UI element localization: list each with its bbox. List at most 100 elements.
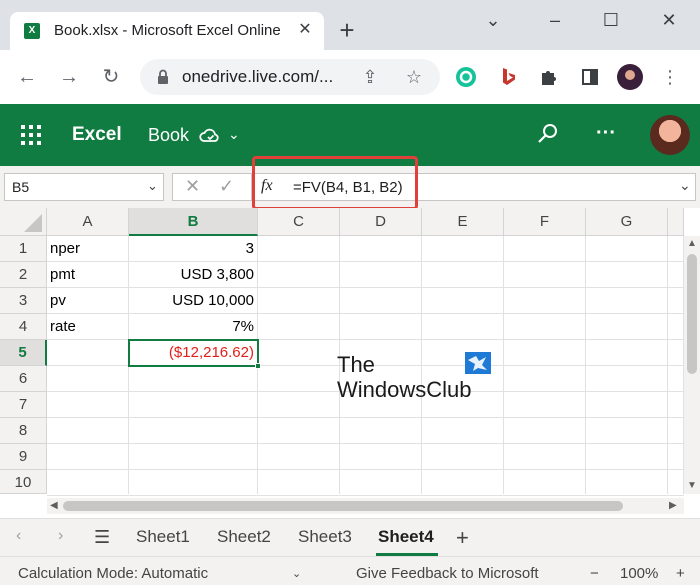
row-header[interactable]: 6 — [0, 366, 47, 392]
column-header[interactable]: G — [586, 208, 668, 236]
gridline-horizontal — [47, 417, 684, 418]
zoom-out-button[interactable]: − — [590, 565, 599, 582]
more-options-icon[interactable]: ··· — [596, 122, 616, 145]
fill-handle[interactable] — [255, 363, 261, 369]
horizontal-scroll-thumb[interactable] — [63, 501, 623, 511]
zoom-level[interactable]: 100% — [620, 565, 658, 582]
row-header[interactable]: 1 — [0, 236, 47, 262]
chevron-right-icon[interactable]: › — [58, 527, 63, 545]
scroll-right-icon[interactable]: ▶ — [669, 500, 677, 511]
scroll-up-icon[interactable]: ▲ — [687, 238, 697, 249]
row-header[interactable]: 8 — [0, 418, 47, 444]
gridline-horizontal — [47, 495, 684, 496]
gridline-horizontal — [47, 469, 684, 470]
watermark-line2: WindowsClub — [337, 377, 472, 402]
column-header[interactable]: F — [504, 208, 586, 236]
user-avatar[interactable] — [650, 115, 690, 155]
browser-toolbar: ← → ↻ onedrive.live.com/... ⇪ ☆ ⋮ — [0, 50, 700, 104]
cell-B1[interactable]: 3 — [129, 236, 258, 262]
tab-search-icon[interactable]: ⌄ — [478, 8, 508, 32]
forward-arrow-icon[interactable]: → — [56, 64, 82, 90]
side-panel-icon[interactable] — [576, 63, 604, 91]
cell-B3[interactable]: USD 10,000 — [129, 288, 258, 314]
chevron-down-icon[interactable]: ⌄ — [679, 177, 691, 194]
check-icon[interactable]: ✓ — [219, 176, 234, 197]
cell-B5[interactable]: ($12,216.62) — [128, 339, 259, 367]
column-header[interactable]: A — [47, 208, 129, 236]
scroll-left-icon[interactable]: ◀ — [50, 500, 58, 511]
row-header[interactable]: 9 — [0, 444, 47, 470]
chevron-down-icon[interactable]: ⌄ — [292, 567, 301, 580]
all-sheets-menu-icon[interactable]: ☰ — [94, 527, 110, 548]
sheet-tab-sheet4[interactable]: Sheet4 — [378, 527, 434, 547]
address-bar[interactable]: onedrive.live.com/... ⇪ ☆ — [140, 59, 440, 95]
document-name[interactable]: Book — [148, 125, 189, 146]
new-tab-button[interactable]: + — [334, 17, 360, 44]
chevron-down-icon[interactable]: ⌄ — [147, 178, 158, 194]
cell-B2[interactable]: USD 3,800 — [129, 262, 258, 288]
name-box-value: B5 — [12, 179, 30, 195]
vertical-scroll-thumb[interactable] — [687, 254, 697, 374]
extensions-puzzle-icon[interactable] — [534, 63, 562, 91]
column-header[interactable]: C — [258, 208, 340, 236]
horizontal-scrollbar[interactable]: ◀ ▶ — [47, 498, 684, 514]
row-header[interactable]: 2 — [0, 262, 47, 288]
close-window-button[interactable]: ✕ — [654, 8, 684, 32]
tab-close-icon[interactable]: ✕ — [293, 18, 317, 42]
watermark: The WindowsClub — [337, 352, 497, 404]
chevron-left-icon[interactable]: ‹ — [16, 527, 21, 545]
app-name[interactable]: Excel — [72, 124, 122, 146]
profile-avatar-icon[interactable] — [616, 63, 644, 91]
cloud-sync-icon[interactable] — [198, 124, 222, 148]
url-text: onedrive.live.com/... — [182, 67, 334, 86]
back-arrow-icon[interactable]: ← — [14, 64, 40, 90]
windows-logo-icon — [465, 352, 491, 374]
lock-icon — [158, 69, 168, 84]
column-header[interactable]: D — [340, 208, 422, 236]
column-header[interactable] — [668, 208, 684, 236]
sheet-tab-sheet2[interactable]: Sheet2 — [217, 527, 271, 547]
column-header[interactable]: B — [129, 208, 258, 236]
chevron-down-icon[interactable]: ⌄ — [228, 126, 240, 143]
select-all-corner[interactable] — [0, 208, 47, 236]
calculation-mode[interactable]: Calculation Mode: Automatic — [18, 565, 208, 582]
row-header[interactable]: 5 — [0, 340, 47, 366]
add-sheet-button[interactable]: + — [456, 525, 469, 551]
bookmark-star-icon[interactable]: ☆ — [402, 65, 426, 89]
cell-A4[interactable]: rate — [47, 314, 129, 340]
cell-A2[interactable]: pmt — [47, 262, 129, 288]
row-header[interactable]: 10 — [0, 470, 47, 494]
sheet-tab-sheet1[interactable]: Sheet1 — [136, 527, 190, 547]
sheet-tab-sheet3[interactable]: Sheet3 — [298, 527, 352, 547]
zoom-in-button[interactable]: + — [676, 565, 685, 582]
chrome-menu-icon[interactable]: ⋮ — [656, 63, 684, 91]
formula-highlight-box — [252, 156, 418, 210]
vertical-scrollbar[interactable]: ▲ ▼ — [684, 236, 700, 494]
excel-favicon-icon: X — [24, 23, 40, 39]
scroll-down-icon[interactable]: ▼ — [687, 480, 697, 491]
give-feedback-link[interactable]: Give Feedback to Microsoft — [356, 565, 539, 582]
cancel-icon[interactable]: ✕ — [185, 176, 200, 197]
browser-tabstrip: X Book.xlsx - Microsoft Excel Online ✕ +… — [0, 0, 700, 50]
name-box[interactable]: B5 ⌄ — [4, 173, 164, 201]
cell-A1[interactable]: nper — [47, 236, 129, 262]
watermark-line1: The — [337, 352, 375, 377]
status-bar: Calculation Mode: Automatic ⌄ Give Feedb… — [0, 556, 700, 585]
grammarly-extension-icon[interactable] — [452, 63, 480, 91]
row-header[interactable]: 4 — [0, 314, 47, 340]
maximize-button[interactable]: ☐ — [596, 8, 626, 32]
minimize-button[interactable]: – — [540, 8, 570, 32]
row-header[interactable]: 7 — [0, 392, 47, 418]
cell-B4[interactable]: 7% — [129, 314, 258, 340]
row-header[interactable]: 3 — [0, 288, 47, 314]
cell-A3[interactable]: pv — [47, 288, 129, 314]
reload-icon[interactable]: ↻ — [98, 64, 124, 90]
search-icon[interactable] — [536, 122, 560, 146]
cell-A5[interactable] — [47, 340, 129, 366]
column-header[interactable]: E — [422, 208, 504, 236]
browser-tab[interactable]: X Book.xlsx - Microsoft Excel Online ✕ — [10, 12, 324, 50]
app-launcher-waffle-icon[interactable] — [20, 124, 42, 146]
bing-extension-icon[interactable] — [494, 63, 522, 91]
sheet-tab-bar: ‹ › ☰ Sheet1 Sheet2 Sheet3 Sheet4 + — [0, 518, 700, 556]
share-icon[interactable]: ⇪ — [358, 65, 382, 89]
